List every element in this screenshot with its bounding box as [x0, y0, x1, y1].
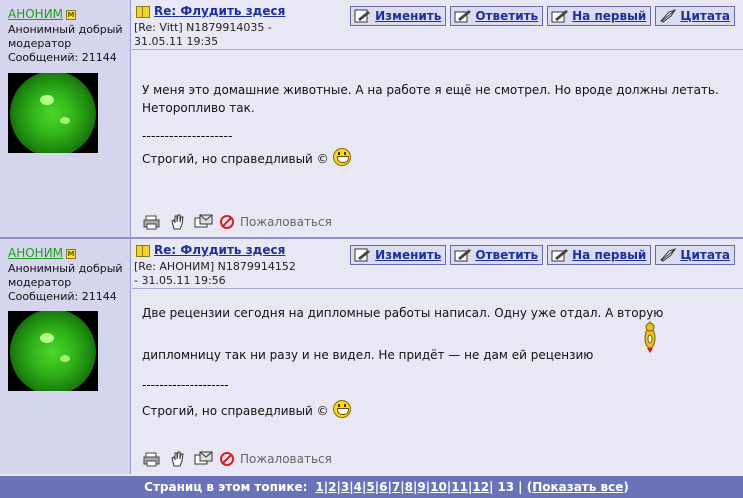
quote-icon [659, 248, 677, 262]
current-page: 13 [497, 480, 515, 494]
reply-button[interactable]: Ответить [450, 6, 544, 26]
edit-icon [354, 248, 372, 262]
print-icon[interactable] [142, 214, 162, 230]
forbidden-icon [220, 452, 234, 466]
top-icon [551, 248, 569, 262]
signature: Строгий, но справедливый © [142, 148, 351, 168]
page-link-11[interactable]: 11 [451, 480, 468, 494]
author-post-count: Сообщений: 21144 [8, 51, 117, 64]
page-link-8[interactable]: 8 [405, 480, 413, 494]
author-post-count: Сообщений: 21144 [8, 290, 117, 303]
page-link-9[interactable]: 9 [417, 480, 425, 494]
signature-text: Строгий, но справедливый © [142, 152, 329, 166]
page-link-12[interactable]: 12 [472, 480, 489, 494]
author-panel: АНОНИМ M Анонимный добрый модератор Сообщ… [0, 0, 131, 237]
top-icon [551, 9, 569, 23]
reply-icon [454, 248, 472, 262]
post: АНОНИМ M Анонимный добрый модератор Сообщ… [0, 0, 743, 237]
quote-label: Цитата [680, 248, 730, 262]
signature-separator: -------------------- [142, 378, 229, 392]
avatar-sun-image [10, 73, 96, 153]
reply-icon [454, 9, 472, 23]
author-title: Анонимный добрый модератор [8, 262, 123, 289]
top-button[interactable]: На первый [547, 6, 652, 26]
signature: Строгий, но справедливый © [142, 400, 351, 420]
page-link-6[interactable]: 6 [379, 480, 387, 494]
pager-label: Страниц в этом топике: [144, 480, 308, 494]
complain-link[interactable]: Пожаловаться [220, 452, 332, 466]
top-label: На первый [572, 248, 647, 262]
hand-icon[interactable] [168, 214, 188, 230]
avatar [8, 311, 98, 391]
quote-button[interactable]: Цитата [655, 6, 735, 26]
forbidden-icon [220, 215, 234, 229]
message-icon[interactable] [194, 451, 214, 467]
page-link-5[interactable]: 5 [366, 480, 374, 494]
avatar-sun-image [10, 311, 96, 391]
edit-icon [354, 9, 372, 23]
post-header: Re: Флудить здеся [Re: Vitt] N1879914035… [132, 0, 743, 50]
hand-icon[interactable] [168, 451, 188, 467]
page-link-7[interactable]: 7 [392, 480, 400, 494]
top-label: На первый [572, 9, 647, 23]
reply-label: Ответить [475, 248, 539, 262]
page-link-1[interactable]: 1 [315, 480, 323, 494]
post-tools: Пожаловаться [142, 451, 332, 467]
post-action-buttons: Изменить Ответить На первый Цитата [346, 245, 735, 265]
edit-button[interactable]: Изменить [350, 245, 447, 265]
quote-icon [659, 9, 677, 23]
post-body: Две рецензии сегодня на дипломные работы… [132, 290, 743, 474]
page-link-10[interactable]: 10 [430, 480, 447, 494]
post-meta: [Re: Vitt] N1879914035 - 31.05.11 19:35 [134, 21, 272, 48]
page-link-2[interactable]: 2 [328, 480, 336, 494]
grin-smiley-icon [332, 148, 351, 166]
author-panel: АНОНИМ M Анонимный добрый модератор Сообщ… [0, 239, 131, 474]
quote-label: Цитата [680, 9, 730, 23]
forum-thread: АНОНИМ M Анонимный добрый модератор Сообщ… [0, 0, 743, 498]
post-meta: [Re: АНОНИМ] N1879914152 - 31.05.11 19:5… [134, 260, 296, 287]
post: АНОНИМ M Анонимный добрый модератор Сообщ… [0, 239, 743, 474]
quote-button[interactable]: Цитата [655, 245, 735, 265]
post-title-link[interactable]: Re: Флудить здеся [154, 243, 285, 257]
author-name-link[interactable]: АНОНИМ [8, 7, 63, 21]
pagination-bar: Страниц в этом топике: 1 | 2 | 3 | 4 | 5… [0, 476, 743, 498]
edit-button[interactable]: Изменить [350, 6, 447, 26]
reply-button[interactable]: Ответить [450, 245, 544, 265]
post-book-icon [136, 245, 150, 257]
post-header: Re: Флудить здеся [Re: АНОНИМ] N18799141… [132, 239, 743, 289]
moderator-badge-icon: M [66, 249, 77, 259]
post-action-buttons: Изменить Ответить На первый Цитата [346, 6, 735, 26]
top-button[interactable]: На первый [547, 245, 652, 265]
author-title: Анонимный добрый модератор [8, 23, 123, 50]
page-link-3[interactable]: 3 [341, 480, 349, 494]
message-icon[interactable] [194, 214, 214, 230]
show-all-link[interactable]: Показать все [532, 480, 623, 494]
post-tools: Пожаловаться [142, 214, 332, 230]
complain-label: Пожаловаться [240, 215, 332, 229]
complain-link[interactable]: Пожаловаться [220, 215, 332, 229]
signature-text: Строгий, но справедливый © [142, 404, 329, 418]
bird-smiley-icon [644, 321, 656, 353]
edit-label: Изменить [375, 248, 442, 262]
post-text: дипломницу так ни разу и не видел. Не пр… [142, 348, 594, 362]
signature-separator: -------------------- [142, 129, 233, 143]
reply-label: Ответить [475, 9, 539, 23]
post-book-icon [136, 6, 150, 18]
print-icon[interactable] [142, 451, 162, 467]
edit-label: Изменить [375, 9, 442, 23]
avatar [8, 73, 98, 153]
page-link-4[interactable]: 4 [354, 480, 362, 494]
post-body: У меня это домашние животные. А на работ… [132, 51, 743, 237]
author-name-link[interactable]: АНОНИМ [8, 246, 63, 260]
moderator-badge-icon: M [66, 10, 77, 20]
post-text: У меня это домашние животные. А на работ… [142, 83, 719, 115]
grin-smiley-icon [332, 400, 351, 418]
complain-label: Пожаловаться [240, 452, 332, 466]
post-title-link[interactable]: Re: Флудить здеся [154, 4, 285, 18]
